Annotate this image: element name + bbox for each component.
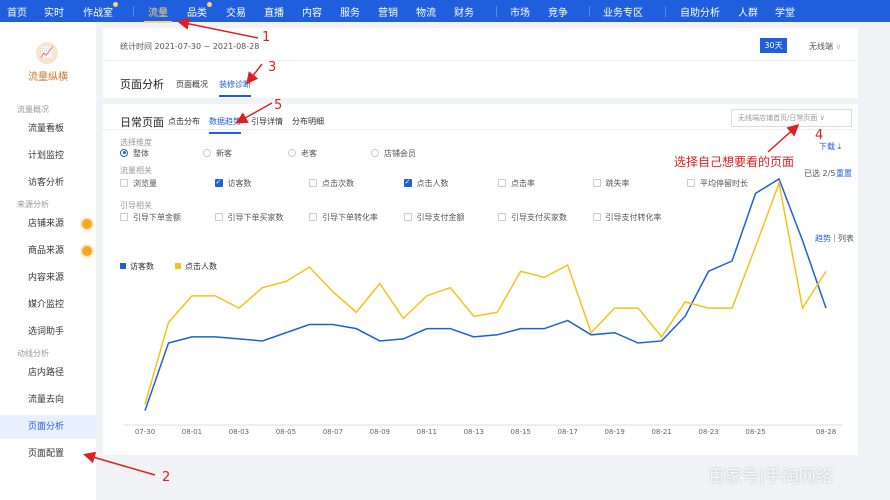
annotation-note: 选择自己想要看的页面 (674, 155, 795, 169)
annotation-3: 3 (268, 60, 277, 75)
annotation-2: 2 (162, 470, 171, 485)
watermark: 百家号|手淘网络 (708, 467, 833, 487)
annotation-1: 1 (262, 30, 271, 45)
arrow-5 (235, 102, 273, 124)
arrow-4 (767, 123, 800, 153)
annotation-5: 5 (274, 98, 283, 113)
arrow-1 (177, 17, 259, 39)
annotation-layer (83, 17, 800, 476)
arrow-3 (246, 63, 263, 85)
annotation-4: 4 (815, 128, 824, 143)
arrow-2 (83, 451, 156, 476)
